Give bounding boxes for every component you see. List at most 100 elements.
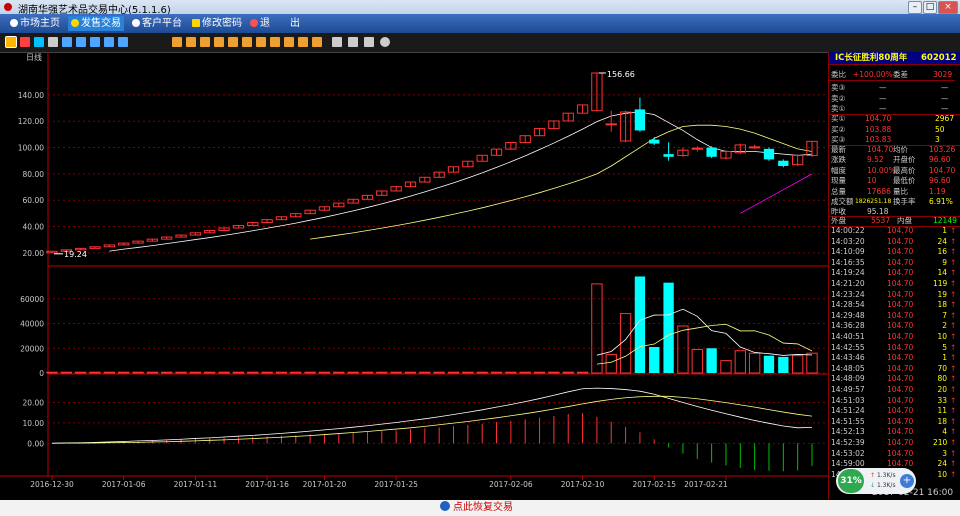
bar-chart-icon[interactable]	[5, 36, 17, 48]
volume-bar	[562, 371, 574, 374]
candle-body[interactable]	[634, 109, 646, 131]
tick-row: 14:03:20 104.70 24 ↑	[831, 236, 957, 246]
candle-body[interactable]	[663, 154, 674, 157]
date-tick-label: 2016-12-30	[30, 480, 74, 489]
globe-icon	[132, 19, 140, 27]
draw-icon[interactable]	[364, 37, 374, 47]
price-tick-label: 40.00	[23, 223, 45, 232]
ask-row: 卖③ — —	[831, 83, 949, 92]
square-icon[interactable]	[298, 37, 308, 47]
candle-body[interactable]	[778, 160, 789, 166]
quote-header: IC长征胜利80周年 602012	[829, 52, 960, 65]
candle-body[interactable]	[649, 139, 660, 144]
kline-chart[interactable]: 日线 140.00 120.00 100.00 80.00 60.00 40.00 20.00…	[0, 52, 828, 500]
square-icon[interactable]	[186, 37, 196, 47]
volume-bar	[75, 371, 87, 374]
neipan-value: 12149	[933, 216, 957, 225]
menu-change-password[interactable]: 修改密码	[192, 16, 242, 31]
price-tick-label: 80.00	[23, 170, 45, 179]
date-tick-label: 2017-02-06	[489, 480, 533, 489]
volume-bar	[778, 356, 789, 373]
calendar-icon[interactable]	[48, 37, 58, 47]
candle-body[interactable]	[605, 123, 617, 126]
square-icon[interactable]	[270, 37, 280, 47]
up-arrow-icon: ↑	[950, 416, 957, 426]
volume-bar	[691, 348, 703, 374]
upload-speed: 1.3K/s	[876, 472, 896, 479]
list-icon[interactable]	[62, 37, 72, 47]
volume-tick-label: 60000	[20, 295, 44, 304]
volume-bar	[548, 371, 560, 374]
square-icon[interactable]	[214, 37, 224, 47]
candle-body[interactable]	[706, 147, 717, 157]
settings-icon[interactable]	[380, 37, 390, 47]
candle-body[interactable]	[763, 148, 775, 160]
menu-client-platform[interactable]: 客户平台	[132, 16, 182, 31]
price-tick-label: 100.00	[18, 144, 44, 153]
square-icon[interactable]	[256, 37, 266, 47]
price-tick-label: 20.00	[23, 249, 45, 258]
indicator-tick-label: 0.00	[27, 439, 44, 448]
volume-bar	[419, 371, 431, 374]
max-price-label: 156.66	[607, 70, 635, 79]
date-tick-label: 2017-01-11	[174, 480, 218, 489]
square-icon[interactable]	[228, 37, 238, 47]
ask-row: 卖② — —	[831, 93, 949, 103]
tick-row: 14:19:24 104.70 14 ↑	[831, 268, 957, 278]
date-tick-label: 2017-02-21	[684, 480, 728, 489]
square-icon[interactable]	[172, 37, 182, 47]
network-speed-widget[interactable]: 31% ↑ 1.3K/s ↓ 1.3K/s +	[836, 468, 916, 494]
up-arrow-icon: ↑	[950, 257, 957, 267]
candle-body[interactable]	[748, 146, 761, 149]
up-arrow-icon: ↑	[950, 332, 957, 341]
date-tick-label: 2017-01-20	[303, 480, 347, 489]
grid-icon[interactable]	[76, 37, 86, 47]
add-icon[interactable]: +	[900, 474, 914, 488]
volume-bar	[218, 371, 230, 374]
zoom-in-icon[interactable]	[332, 37, 342, 47]
restore-trade-link[interactable]: 点此恢复交易	[440, 501, 513, 515]
volume-bar	[649, 347, 660, 373]
volume-bar	[132, 371, 144, 374]
volume-bar	[304, 371, 316, 374]
up-arrow-icon: ↑	[950, 406, 957, 416]
zoom-out-icon[interactable]	[348, 37, 358, 47]
stat-row: 幅度 10.00% 最高价 104.70	[831, 165, 956, 175]
menu-issue-trade[interactable]: 发售交易	[68, 16, 124, 31]
stat-row: 最新 104.70 均价 103.26	[831, 145, 956, 154]
up-arrow-icon: ↑	[950, 438, 957, 447]
line-chart-icon[interactable]	[20, 37, 30, 47]
volume-bar	[505, 371, 517, 374]
volume-bar	[376, 371, 388, 374]
volume-bar	[60, 371, 73, 374]
candles-icon[interactable]	[34, 37, 44, 47]
menu-exit[interactable]: 退 出	[250, 16, 300, 31]
volume-bar	[734, 350, 746, 374]
maximize-button[interactable]: □	[923, 1, 937, 14]
square-icon[interactable]	[312, 37, 322, 47]
up-arrow-icon: ↑	[950, 342, 957, 352]
tick-row: 14:51:24 104.70 11 ↑	[831, 406, 957, 416]
ma20-line	[740, 173, 813, 214]
tick-row: 14:16:35 104.70 9 ↑	[831, 257, 957, 267]
tick-row: 14:42:55 104.70 5 ↑	[831, 342, 957, 352]
menu-market-home[interactable]: 市场主页	[10, 16, 60, 31]
square-icon[interactable]	[200, 37, 210, 47]
grid-icon[interactable]	[90, 37, 100, 47]
volume-bar	[261, 371, 273, 374]
date-tick-label: 2017-01-06	[102, 480, 146, 489]
minimize-button[interactable]: –	[908, 1, 922, 14]
up-arrow-icon: ↑	[950, 374, 957, 384]
tick-row: 14:48:05 104.70 70 ↑	[831, 363, 957, 373]
candle-body[interactable]	[691, 147, 703, 150]
tick-row: 14:28:54 104.70 18 ↑	[831, 300, 957, 310]
up-arrow-icon: ↑	[950, 247, 957, 257]
grid-icon[interactable]	[104, 37, 114, 47]
square-icon[interactable]	[284, 37, 294, 47]
excel-icon[interactable]	[118, 37, 128, 47]
square-icon[interactable]	[242, 37, 252, 47]
close-button[interactable]: ×	[938, 1, 958, 14]
volume-bar	[490, 371, 503, 374]
up-arrow-icon: ↑	[950, 385, 957, 394]
restore-icon	[440, 501, 450, 511]
